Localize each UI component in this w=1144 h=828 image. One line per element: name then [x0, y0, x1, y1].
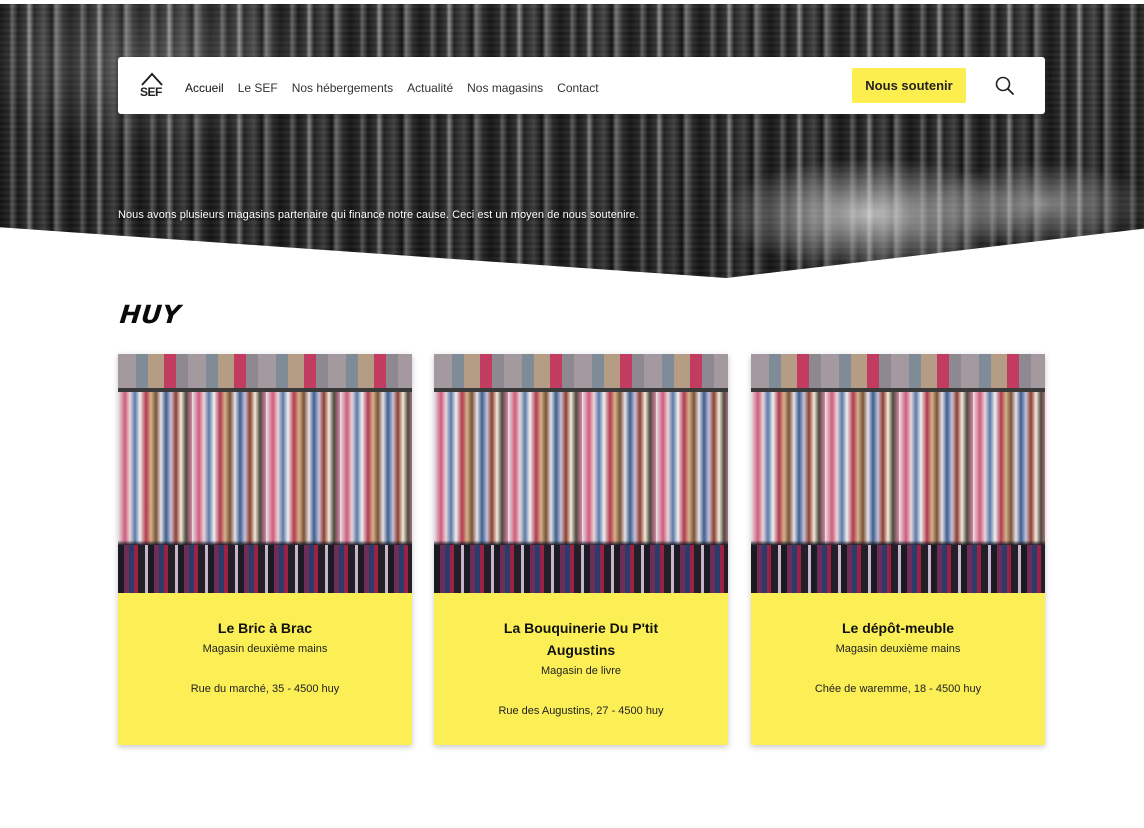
store-type: Magasin de livre: [540, 665, 622, 677]
hero-description: Nous avons plusieurs magasins partenaire…: [118, 209, 639, 221]
store-card[interactable]: Le dépôt-meuble Magasin deuxième mains C…: [751, 354, 1045, 745]
store-card[interactable]: La Bouquinerie Du P'tit Augustins Magasi…: [434, 354, 728, 745]
store-card-body: Le Bric à Brac Magasin deuxième mains Ru…: [118, 593, 412, 698]
photo-fabric: [118, 354, 412, 388]
photo-rail: [118, 388, 412, 392]
photo-rail: [751, 388, 1045, 392]
photo-fabric: [751, 354, 1045, 388]
photo-rack: [118, 545, 412, 593]
nav-link-contact[interactable]: Contact: [557, 81, 598, 95]
navbar: SEF Accueil Le SEF Nos hébergements Actu…: [118, 57, 1045, 114]
store-type: Magasin deuxième mains: [835, 643, 961, 655]
photo-rack: [751, 545, 1045, 593]
hero-banner: [0, 4, 1144, 278]
store-card-body: Le dépôt-meuble Magasin deuxième mains C…: [751, 593, 1045, 698]
sef-logo[interactable]: SEF: [139, 72, 165, 100]
nav-link-nos-hebergements[interactable]: Nos hébergements: [292, 81, 393, 95]
house-logo-icon: [141, 72, 163, 86]
section-title: HUY: [118, 300, 183, 329]
store-card[interactable]: Le Bric à Brac Magasin deuxième mains Ru…: [118, 354, 412, 745]
search-icon[interactable]: [994, 75, 1016, 97]
store-photo: [434, 354, 728, 593]
store-address: Rue du marché, 35 - 4500 huy: [190, 683, 340, 695]
store-address: Chée de waremme, 18 - 4500 huy: [814, 683, 982, 695]
store-photo: [118, 354, 412, 593]
nav-link-actualite[interactable]: Actualité: [407, 81, 453, 95]
store-name: La Bouquinerie Du P'tit Augustins: [503, 620, 659, 658]
photo-rack: [434, 545, 728, 593]
logo-text: SEF: [140, 85, 162, 99]
hero-image-overlay: [0, 4, 1144, 278]
photo-rail: [434, 388, 728, 392]
photo-fabric: [434, 354, 728, 388]
nav-menu: Accueil Le SEF Nos hébergements Actualit…: [185, 81, 599, 95]
store-type: Magasin deuxième mains: [202, 643, 328, 655]
store-card-body: La Bouquinerie Du P'tit Augustins Magasi…: [434, 593, 728, 720]
store-photo: [751, 354, 1045, 593]
nav-link-le-sef[interactable]: Le SEF: [238, 81, 278, 95]
store-name: Le dépôt-meuble: [841, 620, 954, 636]
store-address: Rue des Augustins, 27 - 4500 huy: [498, 705, 664, 717]
nav-link-accueil[interactable]: Accueil: [185, 81, 224, 95]
support-button[interactable]: Nous soutenir: [852, 68, 966, 103]
store-name: Le Bric à Brac: [217, 620, 313, 636]
nav-link-nos-magasins[interactable]: Nos magasins: [467, 81, 543, 95]
